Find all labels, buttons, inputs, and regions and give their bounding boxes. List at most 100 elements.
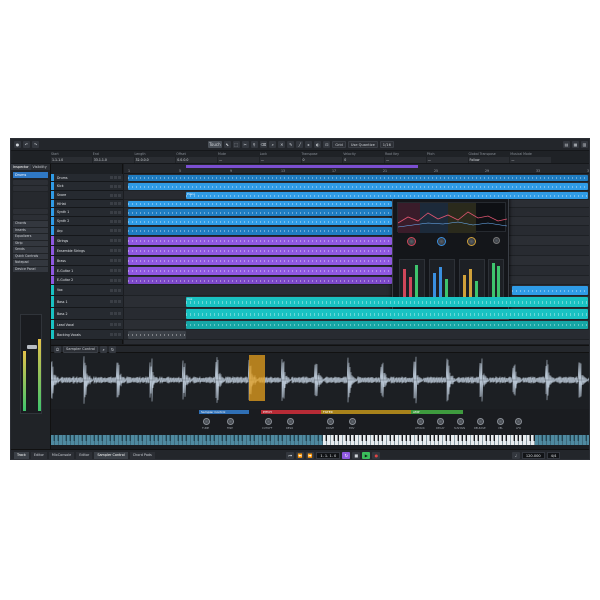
- info-field[interactable]: Pitch —: [426, 152, 468, 163]
- solo-button[interactable]: [114, 323, 117, 326]
- track-name[interactable]: Kick: [54, 184, 110, 188]
- event-part[interactable]: Piano: [186, 192, 588, 199]
- event-part[interactable]: [128, 218, 392, 225]
- white-key[interactable]: [495, 435, 499, 445]
- white-key[interactable]: [131, 435, 135, 445]
- position-display[interactable]: 1. 1. 1. 0: [316, 452, 341, 459]
- go-to-start-icon[interactable]: ⏮: [286, 452, 295, 459]
- inspector-control-row[interactable]: [13, 215, 48, 220]
- track-header[interactable]: Synth 1: [51, 208, 123, 217]
- inspector-section-quick-controls[interactable]: Quick Controls: [13, 253, 48, 259]
- solo-button[interactable]: [114, 300, 117, 303]
- track-name[interactable]: HiHat: [54, 202, 110, 206]
- record-enable-button[interactable]: [118, 323, 121, 326]
- white-key[interactable]: [59, 435, 63, 445]
- solo-button[interactable]: [114, 229, 117, 232]
- event-part[interactable]: [186, 309, 588, 319]
- glue-tool-icon[interactable]: ⚲: [250, 141, 258, 148]
- info-value[interactable]: 33.1.1.0: [92, 157, 134, 163]
- tab-visibility[interactable]: Visibility: [31, 164, 51, 170]
- mute-button[interactable]: [110, 229, 113, 232]
- inspector-control-row[interactable]: [13, 180, 48, 185]
- cutoff-knob[interactable]: [265, 418, 272, 425]
- drive-knob[interactable]: [327, 418, 334, 425]
- solo-button[interactable]: [114, 259, 117, 262]
- white-key[interactable]: [87, 435, 91, 445]
- mute-button[interactable]: [110, 210, 113, 214]
- white-key[interactable]: [143, 435, 147, 445]
- white-key[interactable]: [507, 435, 511, 445]
- stop-button[interactable]: ■: [352, 452, 361, 459]
- record-button[interactable]: ●: [372, 452, 381, 459]
- info-value[interactable]: 0: [343, 157, 384, 163]
- white-key[interactable]: [243, 435, 247, 445]
- inspector-section-notepad[interactable]: Notepad: [13, 260, 48, 266]
- track-name[interactable]: Bass 1: [54, 300, 110, 304]
- info-field[interactable]: End 33.1.1.0: [92, 152, 134, 163]
- track-header[interactable]: Lead Vocal: [51, 320, 123, 330]
- tab-chord-pads[interactable]: Chord Pads: [129, 452, 155, 459]
- section-sampler-control[interactable]: Sampler Control: [199, 410, 249, 414]
- info-value[interactable]: Follow: [468, 157, 510, 163]
- info-field[interactable]: Offset 0.0.0.0: [176, 152, 217, 163]
- sample-selection-region[interactable]: [249, 355, 265, 401]
- mute-button[interactable]: [110, 312, 113, 315]
- record-enable-button[interactable]: [118, 202, 121, 205]
- event-part[interactable]: [128, 247, 392, 255]
- track-header[interactable]: Drums: [51, 174, 123, 182]
- info-value[interactable]: —: [426, 157, 468, 163]
- inspector-section-chords[interactable]: Chords: [13, 221, 48, 227]
- info-field[interactable]: Velocity 0: [343, 152, 384, 163]
- mute-button[interactable]: [110, 300, 113, 303]
- band2-threshold-knob[interactable]: [437, 237, 446, 246]
- record-enable-button[interactable]: [118, 184, 121, 188]
- timeline-ruler[interactable]: 1 5 9 13 17 21 25 29 33 37: [124, 164, 589, 174]
- color-tool-icon[interactable]: ◐: [314, 141, 322, 148]
- white-key[interactable]: [115, 435, 119, 445]
- forward-icon[interactable]: ⏩: [306, 452, 315, 459]
- track-name[interactable]: Lead Vocal: [54, 323, 110, 327]
- inspector-section-device-panel[interactable]: Device Panel: [13, 266, 48, 272]
- solo-button[interactable]: [114, 210, 117, 214]
- section-filter[interactable]: FILTER: [321, 410, 411, 414]
- white-key[interactable]: [215, 435, 219, 445]
- range-tool-icon[interactable]: ⬚: [232, 141, 240, 148]
- track-name[interactable]: Brass: [54, 259, 110, 263]
- info-value[interactable]: 0.0.0.0: [176, 157, 217, 163]
- track-header[interactable]: Strings: [51, 236, 123, 246]
- solo-button[interactable]: [114, 193, 117, 197]
- track-name[interactable]: Arp: [54, 229, 110, 233]
- white-key[interactable]: [187, 435, 191, 445]
- solo-button[interactable]: [114, 219, 117, 223]
- inspector-control-row[interactable]: [13, 186, 48, 191]
- white-key[interactable]: [535, 435, 539, 445]
- white-key[interactable]: [75, 435, 79, 445]
- band3-threshold-knob[interactable]: [467, 237, 476, 246]
- reso-knob[interactable]: [287, 418, 294, 425]
- tab-editor[interactable]: Editor: [30, 452, 47, 459]
- sampler-control-tab[interactable]: Sampler Control: [63, 345, 99, 353]
- info-value[interactable]: —: [510, 157, 551, 163]
- play-button[interactable]: ▶: [362, 452, 371, 459]
- layout-lower-zone-icon[interactable]: ▦: [572, 141, 579, 148]
- white-key[interactable]: [255, 435, 259, 445]
- track-name[interactable]: Synth 1: [54, 210, 110, 214]
- mute-tool-icon[interactable]: ✕: [278, 141, 286, 148]
- track-header[interactable]: Arp: [51, 226, 123, 236]
- mute-button[interactable]: [110, 323, 113, 326]
- white-key[interactable]: [103, 435, 107, 445]
- tempo-display[interactable]: 120.000: [521, 452, 545, 459]
- line-tool-icon[interactable]: ╱: [296, 141, 304, 148]
- solo-button[interactable]: [114, 278, 117, 282]
- tab-mixconsole[interactable]: MixConsole: [48, 452, 75, 459]
- solo-button[interactable]: [114, 184, 117, 188]
- info-value[interactable]: 1.1.1.0: [51, 157, 92, 163]
- white-key[interactable]: [299, 435, 303, 445]
- white-key[interactable]: [479, 435, 483, 445]
- white-key[interactable]: [551, 435, 555, 445]
- event-part[interactable]: [186, 321, 588, 329]
- track-name[interactable]: Vox: [54, 288, 110, 292]
- object-selection-tool-icon[interactable]: ⬉: [223, 141, 231, 148]
- touch-mode-button[interactable]: Touch: [208, 141, 222, 148]
- white-key[interactable]: [311, 435, 315, 445]
